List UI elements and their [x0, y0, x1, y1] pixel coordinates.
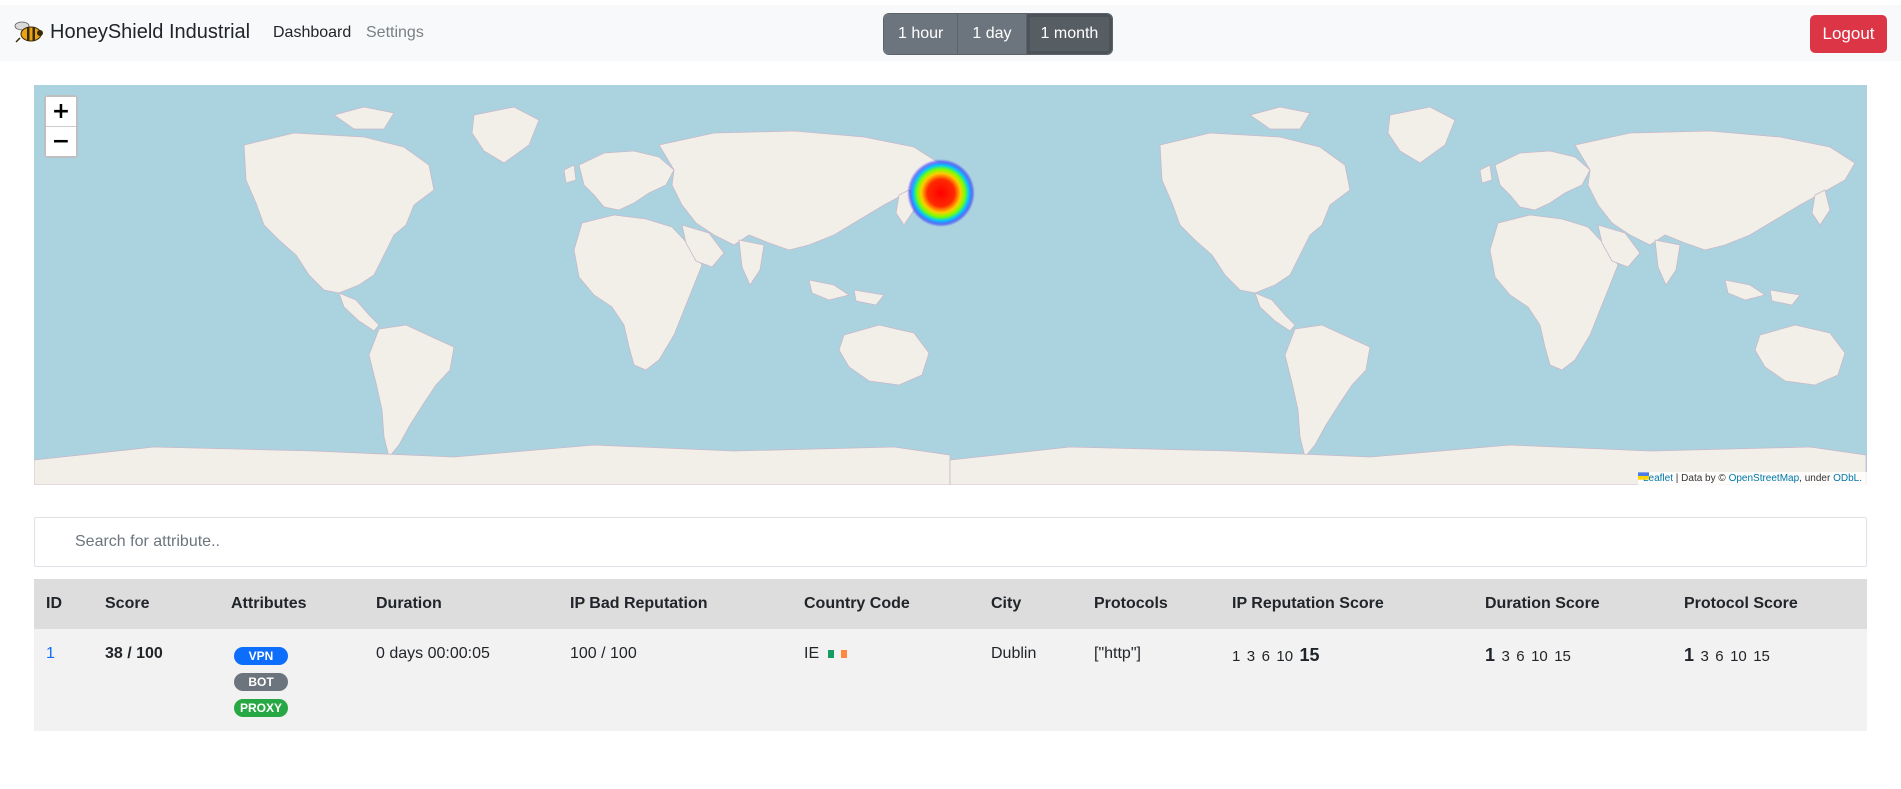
col-id[interactable]: ID	[34, 579, 93, 629]
table-row[interactable]: 1 38 / 100 VPN BOT PROXY 0 days 00:00:05…	[34, 629, 1867, 731]
range-1-hour-button[interactable]: 1 hour	[884, 14, 958, 54]
zoom-control: + −	[44, 95, 78, 158]
row-protocols: ["http"]	[1094, 645, 1141, 662]
scale-value: 10	[1531, 648, 1548, 665]
openstreetmap-link[interactable]: OpenStreetMap	[1729, 473, 1800, 484]
row-city: Dublin	[991, 645, 1037, 662]
row-duration-score: 1 3 6 10 15	[1473, 629, 1672, 731]
attribution-under: , under	[1799, 473, 1831, 484]
heat-spot	[907, 159, 975, 227]
row-id-link[interactable]: 1	[46, 645, 55, 662]
bee-icon	[14, 21, 43, 43]
scale-value: 3	[1700, 648, 1709, 665]
navbar: HoneyShield Industrial Dashboard Setting…	[0, 5, 1901, 61]
col-ip-reputation-score[interactable]: IP Reputation Score	[1220, 579, 1473, 629]
nav-dashboard-link[interactable]: Dashboard	[273, 24, 351, 42]
brand-name: HoneyShield Industrial	[50, 20, 251, 43]
brand[interactable]: HoneyShield Industrial	[14, 20, 250, 44]
attack-heatmap[interactable]: + − Leaflet | Data by © OpenStreetMap, u…	[34, 85, 1867, 485]
ireland-flag-icon	[827, 649, 847, 658]
row-score: 38 / 100	[105, 645, 163, 662]
col-score[interactable]: Score	[93, 579, 219, 629]
zoom-in-button[interactable]: +	[46, 97, 76, 126]
col-duration-score[interactable]: Duration Score	[1473, 579, 1672, 629]
scale-value: 6	[1516, 648, 1525, 665]
col-country-code[interactable]: Country Code	[792, 579, 979, 629]
bot-badge: BOT	[234, 673, 288, 691]
nav-settings-link[interactable]: Settings	[366, 24, 424, 42]
scale-value: 3	[1246, 648, 1256, 665]
zoom-out-button[interactable]: −	[46, 126, 76, 156]
range-1-day-button[interactable]: 1 day	[957, 14, 1026, 54]
scale-value: 10	[1276, 648, 1294, 665]
scale-value: 6	[1261, 648, 1270, 665]
scale-value: 3	[1501, 648, 1510, 665]
map-attribution: Leaflet | Data by © OpenStreetMap, under…	[1637, 472, 1867, 485]
row-country: IE	[792, 629, 979, 731]
col-protocol-score[interactable]: Protocol Score	[1672, 579, 1867, 629]
row-ip-bad-reputation: 100 / 100	[570, 645, 637, 662]
row-protocol-score: 1 3 6 10 15	[1672, 629, 1867, 731]
col-city[interactable]: City	[979, 579, 1082, 629]
time-range-selector: 1 hour 1 day 1 month	[884, 14, 1113, 54]
scale-value: 15	[1753, 648, 1770, 665]
table-header-row: ID Score Attributes Duration IP Bad Repu…	[34, 579, 1867, 629]
attribution-data-by: | Data by ©	[1675, 473, 1726, 484]
scale-value: 6	[1715, 648, 1724, 665]
scale-value: 15	[1554, 648, 1571, 665]
range-1-month-button[interactable]: 1 month	[1025, 14, 1113, 54]
world-map	[34, 106, 1867, 485]
proxy-badge: PROXY	[234, 699, 288, 717]
col-attributes[interactable]: Attributes	[219, 579, 364, 629]
col-protocols[interactable]: Protocols	[1082, 579, 1220, 629]
vpn-badge: VPN	[234, 647, 288, 665]
scale-value-selected: 15	[1299, 645, 1320, 665]
row-country-code: IE	[804, 645, 820, 662]
attacks-table: ID Score Attributes Duration IP Bad Repu…	[34, 579, 1867, 731]
ukraine-flag-icon	[1637, 472, 1649, 480]
scale-value: 1	[1232, 648, 1241, 665]
col-duration[interactable]: Duration	[364, 579, 558, 629]
scale-value-selected: 1	[1485, 645, 1496, 665]
odbl-link[interactable]: ODbL.	[1833, 473, 1862, 484]
scale-value: 10	[1730, 648, 1747, 665]
col-ip-bad-reputation[interactable]: IP Bad Reputation	[558, 579, 792, 629]
row-attributes: VPN BOT PROXY	[219, 629, 364, 731]
search-input[interactable]	[34, 517, 1867, 567]
logout-button[interactable]: Logout	[1810, 15, 1887, 53]
scale-value-selected: 1	[1684, 645, 1695, 665]
row-duration: 0 days 00:00:05	[376, 645, 490, 662]
row-ip-reputation-score: 1 3 6 10 15	[1220, 629, 1473, 731]
